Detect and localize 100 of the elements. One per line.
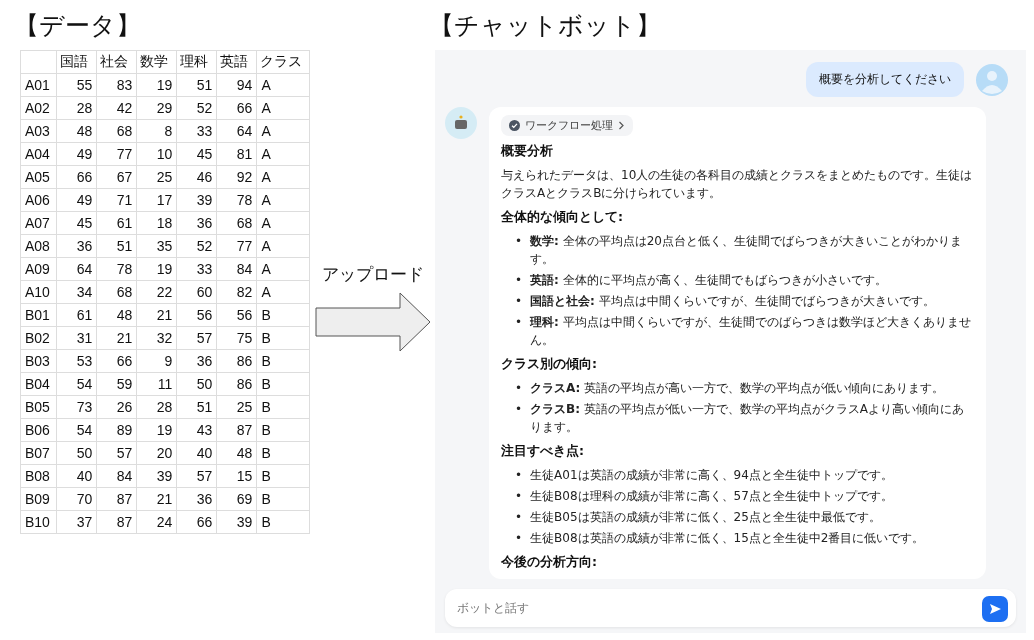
table-cell: A: [256, 211, 310, 235]
column-header: 社会: [96, 50, 137, 74]
table-cell: A: [256, 257, 310, 281]
bullet-icon: •: [515, 292, 523, 310]
table-cell: B: [256, 487, 310, 511]
table-cell: B10: [20, 510, 57, 534]
table-cell: 36: [56, 234, 97, 258]
table-cell: B08: [20, 464, 57, 488]
send-icon: [988, 602, 1002, 616]
table-cell: A08: [20, 234, 57, 258]
user-message: 概要を分析してください: [806, 62, 964, 97]
table-cell: A: [256, 188, 310, 212]
table-cell: 48: [96, 303, 137, 327]
bullet-item: 数学: 全体の平均点は20点台と低く、生徒間でばらつきが大きいことがわかります。: [530, 233, 963, 268]
section-heading: 注目すべき点:: [501, 442, 585, 460]
table-cell: 50: [56, 441, 97, 465]
table-cell: A: [256, 142, 310, 166]
table-cell: B: [256, 441, 310, 465]
table-cell: A: [256, 165, 310, 189]
table-cell: 68: [96, 119, 137, 143]
section-heading: クラス別の傾向:: [501, 355, 598, 373]
table-cell: 51: [96, 234, 137, 258]
table-cell: 70: [56, 487, 97, 511]
table-cell: 36: [176, 487, 217, 511]
table-cell: 11: [136, 372, 177, 396]
table-cell: 22: [136, 280, 177, 304]
bullet-item: クラスA: 英語の平均点が高い一方で、数学の平均点が低い傾向にあります。: [530, 380, 946, 397]
table-cell: B05: [20, 395, 57, 419]
bullet-icon: •: [515, 232, 523, 250]
table-cell: 59: [96, 372, 137, 396]
bullet-item: 英語: 全体的に平均点が高く、生徒間でもばらつきが小さいです。: [530, 272, 888, 289]
table-cell: 33: [176, 119, 217, 143]
table-cell: 86: [216, 372, 257, 396]
table-cell: 45: [176, 142, 217, 166]
table-cell: 20: [136, 441, 177, 465]
table-cell: 36: [176, 211, 217, 235]
table-cell: 84: [96, 464, 137, 488]
workflow-button[interactable]: ワークフロー処理: [501, 115, 633, 136]
table-cell: 87: [96, 510, 137, 534]
bullet-item: 生徒B05は英語の成績が非常に低く、25点と全生徒中最低です。: [530, 509, 882, 526]
bullet-icon: •: [515, 313, 523, 331]
table-cell: 92: [216, 165, 257, 189]
table-cell: 71: [96, 188, 137, 212]
bullet-icon: •: [515, 379, 523, 397]
table-cell: 40: [56, 464, 97, 488]
table-cell: 48: [216, 441, 257, 465]
table-cell: 61: [56, 303, 97, 327]
check-circle-icon: [509, 120, 520, 131]
table-cell: 51: [176, 73, 217, 97]
table-cell: 66: [216, 96, 257, 120]
table-cell: 83: [96, 73, 137, 97]
table-cell: 94: [216, 73, 257, 97]
table-cell: 82: [216, 280, 257, 304]
bullet-item: 国語と社会: 平均点は中間くらいですが、生徒間でばらつきが大きいです。: [530, 293, 936, 310]
table-cell: 68: [96, 280, 137, 304]
table-cell: 8: [136, 119, 177, 143]
response-paragraph: 与えられたデータは、10人の生徒の各科目の成績とクラスをまとめたものです。生徒はクラスAとクラスBに分けられています。: [501, 167, 974, 202]
table-cell: 49: [56, 188, 97, 212]
table-cell: 46: [176, 165, 217, 189]
table-cell: 57: [176, 464, 217, 488]
upload-label: アップロード: [321, 263, 424, 286]
column-header: クラス: [256, 50, 310, 74]
table-cell: 64: [216, 119, 257, 143]
table-cell: 21: [136, 487, 177, 511]
table-cell: 87: [216, 418, 257, 442]
bullet-icon: •: [515, 400, 523, 418]
table-cell: 15: [216, 464, 257, 488]
table-cell: A: [256, 234, 310, 258]
table-cell: A03: [20, 119, 57, 143]
column-header: 数学: [136, 50, 177, 74]
message-input-field[interactable]: ボットと話す: [445, 589, 1016, 627]
table-cell: 89: [96, 418, 137, 442]
table-cell: B06: [20, 418, 57, 442]
table-cell: 32: [136, 326, 177, 350]
table-cell: 75: [216, 326, 257, 350]
section-heading: 今後の分析方向:: [501, 553, 598, 571]
table-cell: 52: [176, 234, 217, 258]
table-cell: 42: [96, 96, 137, 120]
table-cell: B01: [20, 303, 57, 327]
bullet-icon: •: [515, 271, 523, 289]
column-header: 理科: [176, 50, 217, 74]
bullet-icon: •: [515, 529, 523, 547]
table-cell: 54: [56, 372, 97, 396]
table-cell: 9: [136, 349, 177, 373]
table-cell: 66: [96, 349, 137, 373]
bullet-icon: •: [515, 466, 523, 484]
table-cell: 45: [56, 211, 97, 235]
table-cell: 26: [96, 395, 137, 419]
table-cell: B09: [20, 487, 57, 511]
table-cell: 81: [216, 142, 257, 166]
table-cell: 69: [216, 487, 257, 511]
column-header: 英語: [216, 50, 257, 74]
table-cell: 67: [96, 165, 137, 189]
table-cell: 77: [216, 234, 257, 258]
table-cell: 49: [56, 142, 97, 166]
table-cell: 86: [216, 349, 257, 373]
response-heading: 概要分析: [501, 142, 554, 160]
table-cell: 55: [56, 73, 97, 97]
send-button[interactable]: [982, 596, 1008, 622]
table-cell: 87: [96, 487, 137, 511]
